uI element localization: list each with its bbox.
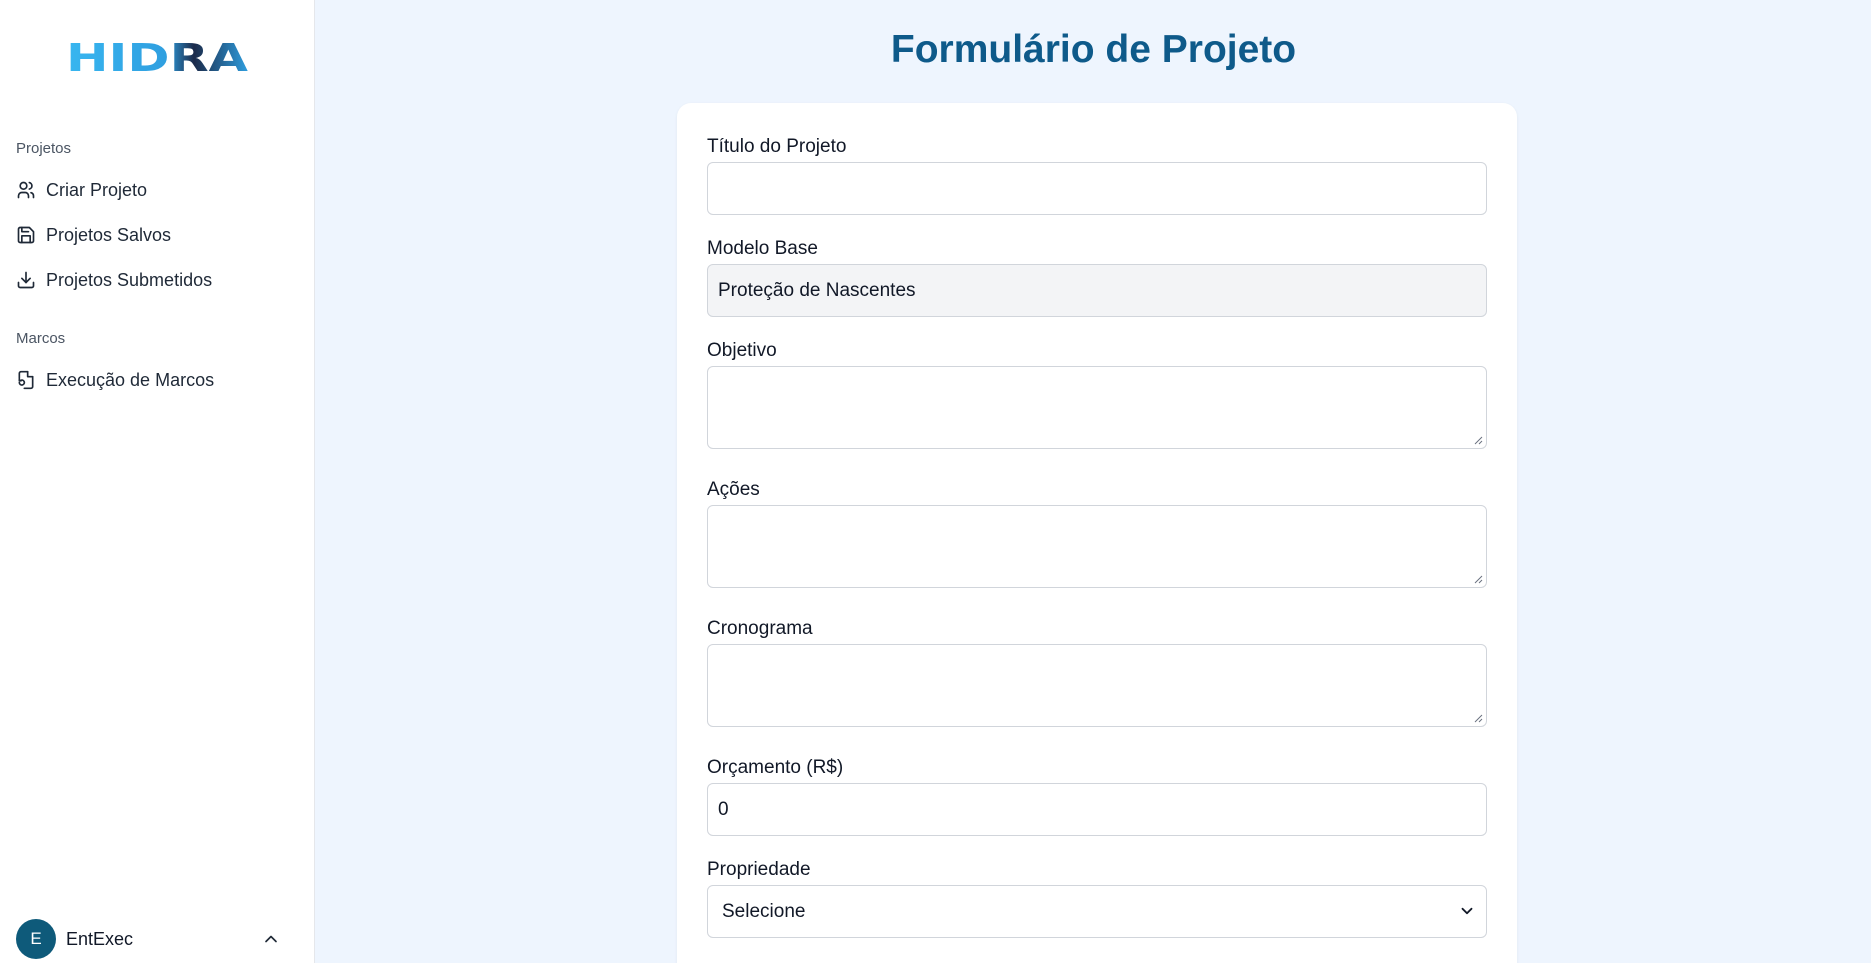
orcamento-label: Orçamento (R$): [707, 757, 844, 778]
page-title: Formulário de Projeto: [890, 28, 1297, 71]
propriedade-label: Propriedade: [707, 859, 811, 880]
acoes-label: Ações: [707, 479, 760, 500]
user-menu[interactable]: E EntExec: [16, 919, 281, 959]
cronograma-textarea[interactable]: [707, 644, 1487, 727]
sidebar-item-label: Projetos Salvos: [46, 224, 172, 245]
project-form: Título do Projeto Modelo Base Proteção d…: [677, 103, 1517, 963]
svg-text:HIDRA: HIDRA: [66, 40, 248, 76]
titulo-label: Título do Projeto: [707, 136, 847, 157]
sidebar-item-projetos-salvos[interactable]: Projetos Salvos: [16, 219, 296, 251]
modelo-base-label: Modelo Base: [707, 238, 818, 259]
sidebar-item-criar-projeto[interactable]: Criar Projeto: [16, 174, 296, 206]
main-content: Formulário de Projeto Título do Projeto …: [316, 0, 1871, 963]
chevron-up-icon[interactable]: [261, 929, 281, 949]
resize-handle-icon[interactable]: [1473, 435, 1483, 445]
sidebar: HIDRA Projetos Criar Projeto Projetos Sa…: [0, 0, 315, 963]
users-icon: [17, 181, 35, 199]
cronograma-label: Cronograma: [707, 618, 813, 639]
avatar: E: [16, 919, 56, 959]
hidra-logo: HIDRA: [66, 40, 248, 76]
section-label-marcos: Marcos: [16, 330, 66, 347]
user-name: EntExec: [66, 928, 134, 949]
titulo-input[interactable]: [707, 162, 1487, 215]
file-refresh-icon: [18, 370, 34, 390]
objetivo-label: Objetivo: [707, 340, 777, 361]
download-icon: [17, 271, 35, 289]
sidebar-item-execucao-de-marcos[interactable]: Execução de Marcos: [16, 364, 296, 396]
modelo-base-field: Proteção de Nascentes: [707, 264, 1487, 317]
propriedade-selected-value: Selecione: [722, 900, 806, 922]
acoes-textarea[interactable]: [707, 505, 1487, 588]
sidebar-item-label: Execução de Marcos: [46, 369, 215, 390]
sidebar-item-projetos-submetidos[interactable]: Projetos Submetidos: [16, 264, 296, 296]
sidebar-item-label: Projetos Submetidos: [46, 269, 213, 290]
save-icon: [17, 226, 35, 244]
propriedade-select[interactable]: Selecione: [707, 885, 1487, 938]
chevron-down-icon: [1461, 907, 1473, 915]
objetivo-textarea[interactable]: [707, 366, 1487, 449]
resize-handle-icon[interactable]: [1473, 713, 1483, 723]
resize-handle-icon[interactable]: [1473, 574, 1483, 584]
sidebar-item-label: Criar Projeto: [46, 179, 148, 200]
section-label-projetos: Projetos: [16, 140, 72, 157]
orcamento-input[interactable]: 0: [707, 783, 1487, 836]
